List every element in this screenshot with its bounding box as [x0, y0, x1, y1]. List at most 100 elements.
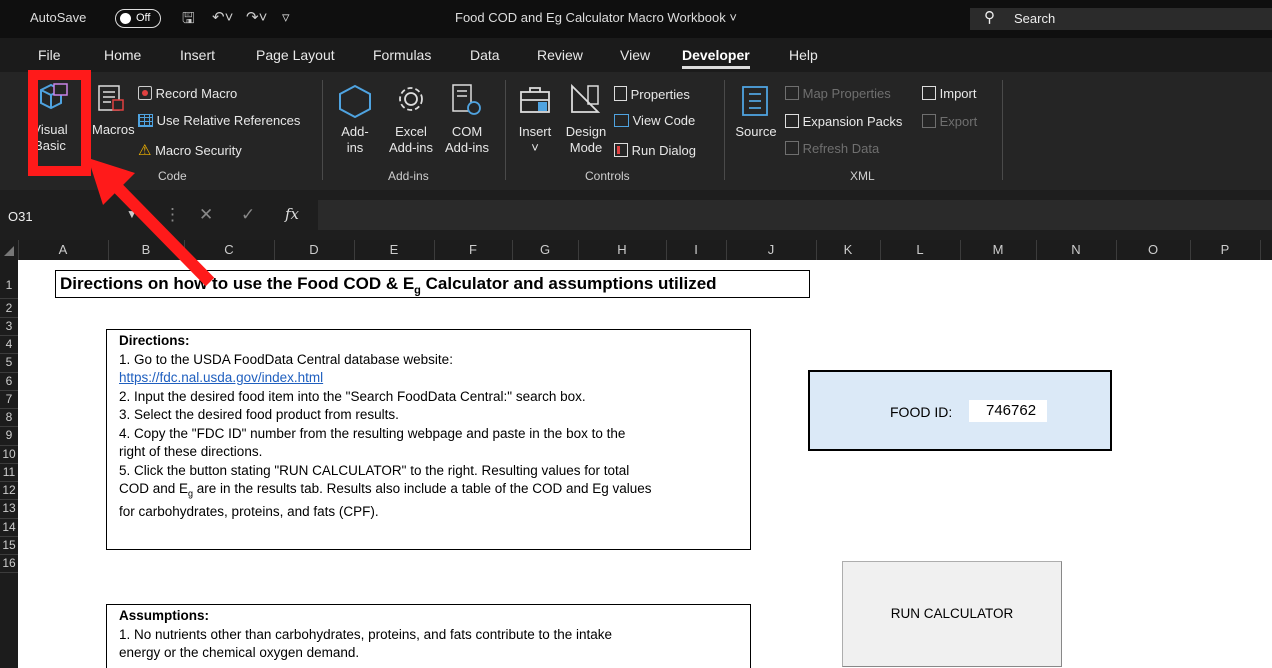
- column-header[interactable]: I: [666, 242, 726, 257]
- column-header[interactable]: K: [816, 242, 880, 257]
- row-header[interactable]: 12: [0, 483, 18, 497]
- group-label-addins: Add-ins: [388, 169, 429, 183]
- tab-file[interactable]: File: [38, 47, 61, 63]
- ribbon: Visual Basic Macros Record Macro Use Rel…: [0, 72, 1272, 190]
- assumptions-box[interactable]: Assumptions: 1. No nutrients other than …: [106, 604, 751, 668]
- excel-addins-button[interactable]: Excel Add-ins: [381, 124, 441, 156]
- column-headers: A B C D E F G H I J K L M N O P: [0, 240, 1272, 260]
- properties-button[interactable]: Properties: [614, 84, 690, 102]
- row-header[interactable]: 15: [0, 538, 18, 552]
- import-button[interactable]: Import: [922, 84, 976, 101]
- cancel-icon[interactable]: ✕: [199, 205, 213, 225]
- refresh-data-button[interactable]: Refresh Data: [785, 139, 879, 156]
- macros-button[interactable]: Macros: [92, 122, 135, 138]
- search-box[interactable]: ⚲ Search: [970, 8, 1272, 30]
- undo-icon[interactable]: ↶˅: [212, 8, 233, 26]
- com-addins-button[interactable]: COM Add-ins: [437, 124, 497, 156]
- name-box[interactable]: O31 ▼: [0, 200, 140, 230]
- column-header[interactable]: O: [1116, 242, 1190, 257]
- addins-button[interactable]: Add- ins: [336, 124, 374, 156]
- customize-quick-access-icon[interactable]: ▿: [282, 8, 290, 26]
- highlight-box: [28, 70, 91, 176]
- insert-controls-button[interactable]: Insert ˅: [514, 124, 556, 156]
- tab-developer[interactable]: Developer: [682, 47, 750, 69]
- use-relative-references-button[interactable]: Use Relative References: [138, 112, 300, 128]
- column-header[interactable]: P: [1190, 242, 1260, 257]
- gear-icon: [399, 87, 423, 111]
- tab-data[interactable]: Data: [470, 47, 500, 63]
- source-button[interactable]: Source: [733, 124, 779, 140]
- tab-review[interactable]: Review: [537, 47, 583, 63]
- row-header[interactable]: 2: [0, 301, 18, 315]
- row-header[interactable]: 8: [0, 410, 18, 424]
- expansion-packs-icon: [785, 114, 799, 128]
- enter-icon[interactable]: ✓: [241, 205, 255, 225]
- tab-insert[interactable]: Insert: [180, 47, 215, 63]
- column-header[interactable]: F: [434, 242, 512, 257]
- column-header[interactable]: C: [184, 242, 274, 257]
- use-relative-references-label: Use Relative References: [156, 113, 301, 128]
- insert-function-icon[interactable]: fx: [285, 205, 299, 223]
- row-header[interactable]: 5: [0, 355, 18, 369]
- redo-icon[interactable]: ↷˅: [246, 8, 267, 26]
- column-header[interactable]: B: [108, 242, 184, 257]
- row-headers: 1 2 3 4 5 6 7 8 9 10 11 12 13 14 15 16: [0, 260, 18, 668]
- directions-box[interactable]: Directions: 1. Go to the USDA FoodData C…: [106, 329, 751, 550]
- select-all-corner[interactable]: [4, 246, 14, 256]
- column-header[interactable]: N: [1036, 242, 1116, 257]
- row-header[interactable]: 14: [0, 520, 18, 534]
- column-header[interactable]: D: [274, 242, 354, 257]
- row-header[interactable]: 6: [0, 374, 18, 388]
- map-properties-button[interactable]: Map Properties: [785, 84, 891, 101]
- row-header[interactable]: 7: [0, 392, 18, 406]
- row-header[interactable]: 3: [0, 319, 18, 333]
- autosave-toggle-state: Off: [136, 12, 151, 24]
- row-header[interactable]: 10: [0, 447, 18, 461]
- com-addins-icon: [452, 84, 481, 115]
- column-header[interactable]: E: [354, 242, 434, 257]
- column-header[interactable]: M: [960, 242, 1036, 257]
- usda-link[interactable]: https://fdc.nal.usda.gov/index.html: [119, 370, 323, 385]
- refresh-data-label: Refresh Data: [802, 141, 880, 156]
- autosave-toggle[interactable]: Off: [115, 9, 161, 28]
- save-icon[interactable]: 🖫: [182, 8, 195, 33]
- run-dialog-button[interactable]: Run Dialog: [614, 141, 696, 158]
- macro-security-button[interactable]: ⚠ Macro Security: [138, 141, 242, 159]
- directions-line: right of these directions.: [119, 444, 263, 459]
- tab-page-layout[interactable]: Page Layout: [256, 47, 335, 63]
- tab-view[interactable]: View: [620, 47, 650, 63]
- row-header[interactable]: 9: [0, 428, 18, 442]
- column-header[interactable]: L: [880, 242, 960, 257]
- design-mode-icon: [571, 83, 601, 113]
- row-header[interactable]: 13: [0, 501, 18, 515]
- group-label-xml: XML: [850, 169, 875, 183]
- row-header[interactable]: 16: [0, 556, 18, 570]
- expansion-packs-button[interactable]: Expansion Packs: [785, 112, 902, 129]
- export-icon: [922, 114, 936, 128]
- view-code-button[interactable]: View Code: [614, 112, 695, 128]
- row-header[interactable]: 11: [0, 465, 18, 479]
- document-title[interactable]: Food COD and Eg Calculator Macro Workboo…: [455, 10, 737, 25]
- tab-formulas[interactable]: Formulas: [373, 47, 431, 63]
- tab-help[interactable]: Help: [789, 47, 818, 63]
- xml-source-icon: [742, 86, 768, 116]
- run-calculator-button[interactable]: RUN CALCULATOR: [842, 561, 1062, 667]
- column-header[interactable]: G: [512, 242, 578, 257]
- column-header[interactable]: H: [578, 242, 666, 257]
- toggle-knob: [120, 13, 131, 24]
- directions-line: COD and Eg are in the results tab. Resul…: [119, 481, 652, 499]
- group-label-code: Code: [158, 169, 187, 183]
- row-header[interactable]: 4: [0, 337, 18, 351]
- design-mode-button[interactable]: Design Mode: [562, 124, 610, 156]
- record-macro-button[interactable]: Record Macro: [138, 84, 237, 101]
- row-header[interactable]: 1: [0, 278, 18, 292]
- group-divider: [322, 80, 323, 180]
- column-header[interactable]: A: [18, 242, 108, 257]
- food-id-input[interactable]: 746762: [969, 400, 1047, 422]
- export-button[interactable]: Export: [922, 112, 977, 129]
- formula-input[interactable]: [318, 200, 1272, 230]
- column-header[interactable]: J: [726, 242, 816, 257]
- name-box-dropdown-icon[interactable]: ▼: [126, 207, 138, 221]
- export-label: Export: [939, 114, 978, 129]
- tab-home[interactable]: Home: [104, 47, 141, 63]
